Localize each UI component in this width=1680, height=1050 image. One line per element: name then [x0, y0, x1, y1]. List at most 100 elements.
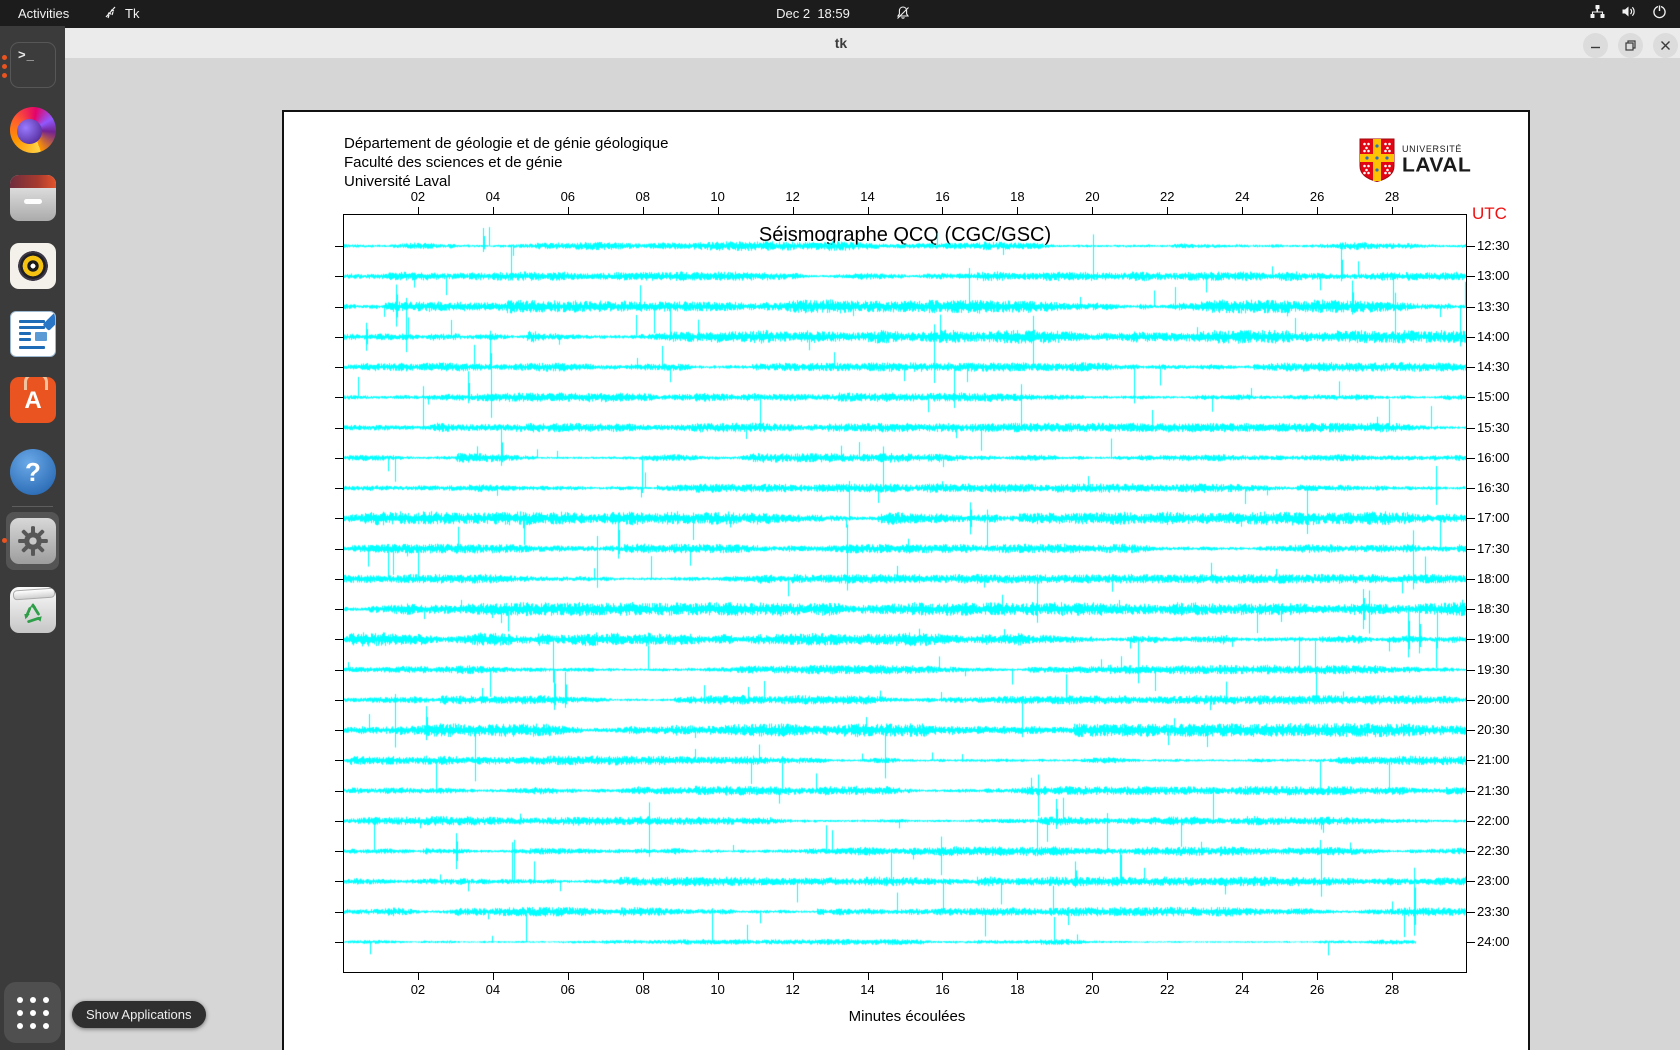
- row-tick-left: [335, 609, 343, 610]
- x-tick-mark-bottom: [942, 973, 943, 980]
- x-tick-label-bottom: 08: [636, 982, 650, 997]
- row-tick-right: [1467, 518, 1475, 519]
- row-tick-right: [1467, 609, 1475, 610]
- row-tick-right: [1467, 458, 1475, 459]
- x-tick-label-bottom: 06: [561, 982, 575, 997]
- row-tick-left: [335, 760, 343, 761]
- focused-app-menu[interactable]: Tk: [103, 0, 139, 26]
- dock: >_ A ?: [0, 26, 65, 1050]
- utc-time-label: 21:00: [1477, 752, 1510, 767]
- x-tick-label-bottom: 16: [935, 982, 949, 997]
- utc-time-label: 12:30: [1477, 238, 1510, 253]
- utc-time-label: 23:30: [1477, 904, 1510, 919]
- dock-item-terminal[interactable]: >_: [10, 42, 56, 88]
- system-status-area[interactable]: [1589, 0, 1672, 26]
- dock-item-libreoffice-writer[interactable]: [10, 311, 56, 357]
- row-tick-left: [335, 639, 343, 640]
- x-tick-mark-bottom: [643, 973, 644, 980]
- x-tick-label-top: 18: [1010, 189, 1024, 204]
- dock-item-trash[interactable]: [10, 587, 56, 633]
- x-tick-label-bottom: 02: [411, 982, 425, 997]
- row-tick-left: [335, 428, 343, 429]
- dock-item-rhythmbox[interactable]: [10, 243, 56, 289]
- utc-time-label: 17:00: [1477, 510, 1510, 525]
- x-tick-mark-bottom: [1317, 973, 1318, 980]
- row-tick-left: [335, 579, 343, 580]
- utc-time-label: 14:00: [1477, 329, 1510, 344]
- utc-time-label: 17:30: [1477, 541, 1510, 556]
- close-button[interactable]: [1653, 33, 1678, 58]
- desktop: Activities Tk Dec 2 18:59: [0, 0, 1680, 1050]
- row-tick-right: [1467, 579, 1475, 580]
- x-tick-mark-top: [868, 207, 869, 214]
- row-tick-right: [1467, 700, 1475, 701]
- row-tick-right: [1467, 246, 1475, 247]
- x-tick-mark-bottom: [793, 973, 794, 980]
- activities-button[interactable]: Activities: [10, 0, 77, 26]
- x-tick-label-bottom: 28: [1385, 982, 1399, 997]
- x-axis-label: Minutes écoulées: [849, 1008, 966, 1025]
- dock-item-files[interactable]: [10, 175, 56, 221]
- x-tick-label-bottom: 18: [1010, 982, 1024, 997]
- x-tick-label-top: 28: [1385, 189, 1399, 204]
- utc-time-label: 13:00: [1477, 268, 1510, 283]
- rhythmbox-icon: [10, 243, 56, 289]
- utc-time-label: 14:30: [1477, 359, 1510, 374]
- utc-time-label: 20:30: [1477, 722, 1510, 737]
- x-tick-label-bottom: 20: [1085, 982, 1099, 997]
- x-tick-mark-top: [718, 207, 719, 214]
- window-titlebar[interactable]: tk: [65, 28, 1680, 58]
- x-tick-mark-top: [1392, 207, 1393, 214]
- tk-app-icon: [103, 4, 119, 23]
- gear-icon: [10, 518, 56, 564]
- row-tick-left: [335, 307, 343, 308]
- dock-item-ubuntu-software[interactable]: A: [10, 377, 56, 423]
- x-tick-label-top: 12: [785, 189, 799, 204]
- row-tick-right: [1467, 428, 1475, 429]
- tk-window: tk Département de géologie et de génie g…: [65, 28, 1680, 1050]
- x-tick-label-top: 26: [1310, 189, 1324, 204]
- files-icon: [10, 175, 56, 221]
- dock-item-settings[interactable]: [10, 518, 56, 564]
- x-tick-mark-top: [1317, 207, 1318, 214]
- row-tick-left: [335, 700, 343, 701]
- maximize-button[interactable]: [1618, 33, 1643, 58]
- x-tick-mark-top: [418, 207, 419, 214]
- x-tick-mark-top: [1167, 207, 1168, 214]
- x-tick-mark-bottom: [493, 973, 494, 980]
- x-tick-mark-top: [1092, 207, 1093, 214]
- dock-item-firefox[interactable]: [10, 107, 56, 153]
- row-tick-right: [1467, 276, 1475, 277]
- minimize-button[interactable]: [1583, 33, 1608, 58]
- row-tick-right: [1467, 307, 1475, 308]
- seismogram-traces: [344, 215, 1466, 972]
- utc-time-label: 23:00: [1477, 873, 1510, 888]
- x-tick-mark-bottom: [718, 973, 719, 980]
- x-tick-label-bottom: 14: [860, 982, 874, 997]
- ubuntu-software-icon: A: [10, 377, 56, 423]
- utc-time-label: 15:00: [1477, 389, 1510, 404]
- universite-laval-logo: UNIVERSITÉ LAVAL: [1359, 138, 1471, 182]
- utc-time-label: 18:30: [1477, 601, 1510, 616]
- x-tick-label-bottom: 10: [710, 982, 724, 997]
- x-tick-label-bottom: 26: [1310, 982, 1324, 997]
- row-tick-left: [335, 791, 343, 792]
- network-wired-icon: [1589, 3, 1606, 23]
- x-tick-mark-bottom: [1242, 973, 1243, 980]
- notifications-muted-icon: [895, 0, 911, 26]
- dock-item-help[interactable]: ?: [10, 449, 56, 495]
- dock-divider: [12, 506, 53, 507]
- clock-menu[interactable]: Dec 2 18:59: [733, 0, 893, 26]
- laval-wordmark: UNIVERSITÉ LAVAL: [1402, 138, 1471, 178]
- running-indicator-dot: [2, 538, 7, 543]
- terminal-icon: >_: [10, 42, 56, 88]
- x-tick-mark-top: [793, 207, 794, 214]
- x-tick-label-top: 10: [710, 189, 724, 204]
- utc-time-label: 22:00: [1477, 813, 1510, 828]
- show-applications-button[interactable]: [4, 982, 61, 1043]
- x-tick-mark-bottom: [418, 973, 419, 980]
- top-bar: Activities Tk Dec 2 18:59: [0, 0, 1680, 26]
- row-tick-right: [1467, 791, 1475, 792]
- row-tick-left: [335, 912, 343, 913]
- row-tick-right: [1467, 367, 1475, 368]
